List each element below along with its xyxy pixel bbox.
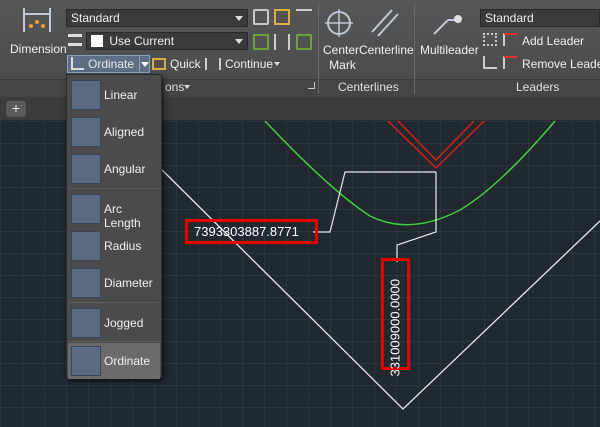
menu-item-label: Diameter — [104, 276, 153, 290]
menu-item-ordinate[interactable]: Ordinate — [68, 343, 160, 379]
menu-item-jogged[interactable]: Jogged — [68, 305, 160, 341]
dimension-type-menu: Linear Aligned Angular Arc Length Radius… — [66, 74, 162, 379]
menu-item-radius[interactable]: Radius — [68, 228, 160, 264]
menu-item-linear[interactable]: Linear — [68, 77, 160, 113]
aligned-icon — [71, 117, 101, 147]
jogged-icon — [71, 308, 101, 338]
menu-item-label: Radius — [104, 239, 142, 253]
ordinate-dimension-x-text[interactable]: 7393303887.8771 — [194, 224, 299, 239]
ordinate-icon — [71, 346, 101, 376]
angular-icon — [71, 154, 101, 184]
linear-icon — [71, 80, 101, 110]
menu-separator — [69, 302, 159, 303]
menu-item-aligned[interactable]: Aligned — [68, 114, 160, 150]
ordinate-leader-y — [396, 172, 437, 262]
menu-item-label: Linear — [104, 88, 138, 102]
menu-separator — [69, 341, 159, 342]
drawing-line — [149, 157, 600, 410]
diameter-icon — [71, 268, 101, 298]
menu-item-arc-length[interactable]: Arc Length — [68, 191, 160, 230]
ordinate-dimension-y-text[interactable]: 331009000.0000 — [388, 251, 403, 377]
radius-icon — [71, 231, 101, 261]
menu-item-label: Jogged — [104, 316, 144, 330]
red-lines — [397, 120, 475, 162]
menu-item-angular[interactable]: Angular — [68, 151, 160, 187]
menu-separator — [69, 188, 159, 189]
menu-item-label: Arc Length — [104, 202, 141, 230]
ordinate-leader-x — [313, 171, 436, 233]
menu-item-label: Ordinate — [104, 354, 151, 368]
menu-item-diameter[interactable]: Diameter — [68, 265, 160, 301]
green-arc — [264, 120, 556, 226]
menu-item-label: Angular — [104, 162, 146, 176]
menu-item-label: Aligned — [104, 125, 145, 139]
arc-length-icon — [71, 194, 101, 224]
